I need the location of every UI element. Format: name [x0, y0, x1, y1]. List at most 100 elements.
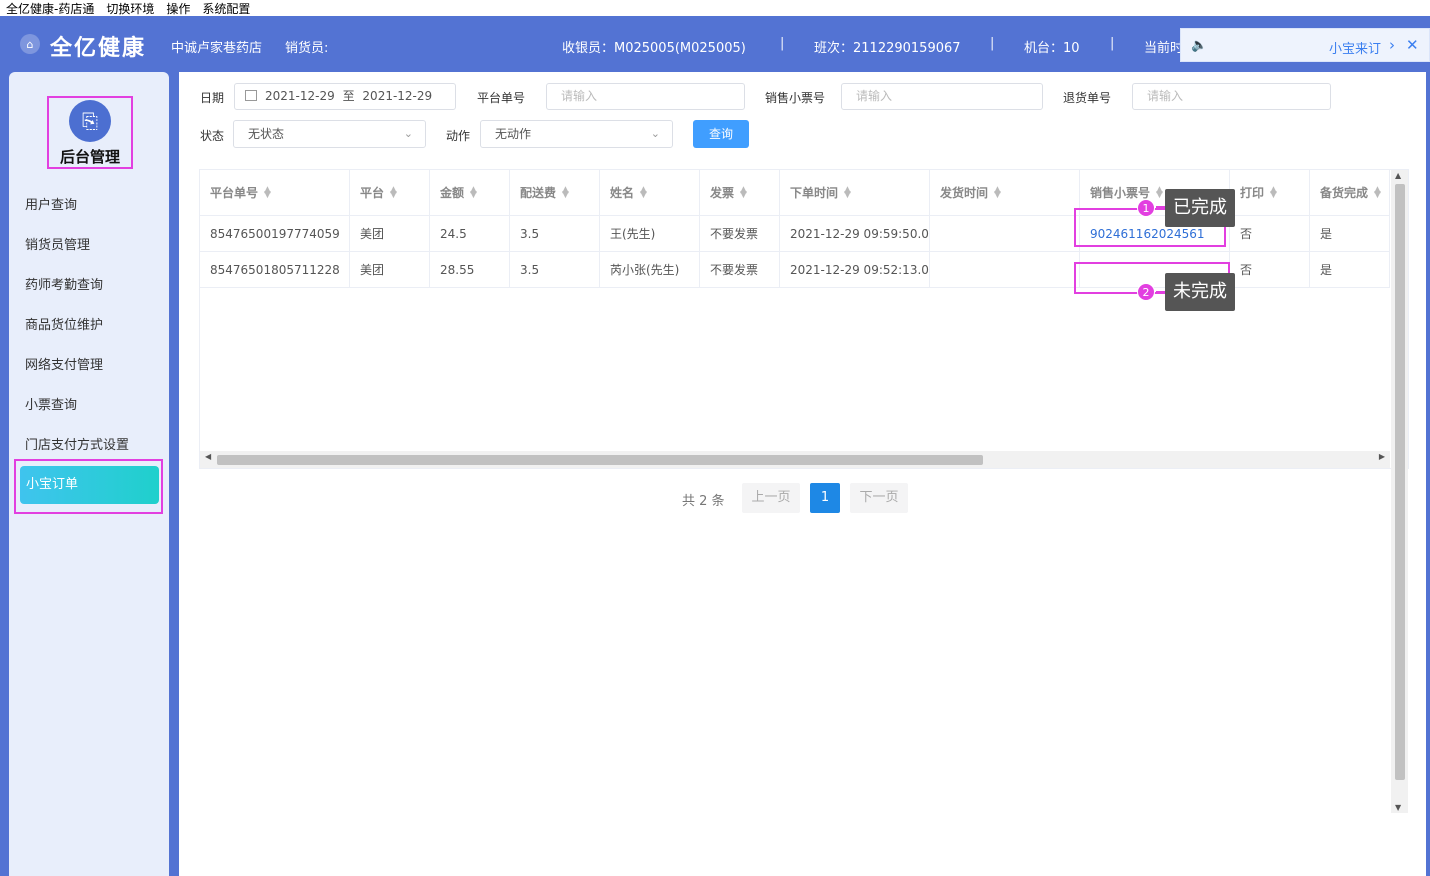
col-invoice[interactable]: 发票 ▲ ▼: [700, 170, 780, 215]
speaker-icon: 🔈: [1191, 38, 1208, 53]
header-separator: |: [990, 36, 995, 51]
sidebar-item-user-query[interactable]: 用户查询: [25, 194, 77, 213]
horizontal-scrollbar[interactable]: ◀ ▶: [200, 451, 1390, 468]
col-platform[interactable]: 平台 ▲ ▼: [350, 170, 430, 215]
cell-amount: 28.55: [430, 252, 510, 287]
sidebar-item-store-payment-setting[interactable]: 门店支付方式设置: [25, 434, 129, 453]
menu-system-config[interactable]: 系统配置: [202, 0, 250, 17]
brand-logo: 全亿健康: [50, 36, 147, 61]
cell-stock-done: 是: [1310, 216, 1390, 251]
cashier-info: 收银员：M025005(M025005): [562, 41, 746, 56]
platform-no-input[interactable]: 请输入: [546, 83, 745, 110]
sort-icon[interactable]: ▲ ▼: [640, 185, 648, 199]
cell-invoice: 不要发票: [700, 216, 780, 251]
shift-info: 班次：2112290159067: [814, 41, 961, 56]
order-notification[interactable]: 🔈 小宝来订 › ✕: [1180, 28, 1430, 62]
chevron-right-icon[interactable]: ›: [1389, 36, 1395, 54]
app-menubar: 全亿健康-药店通 切换环境 操作 系统配置: [0, 0, 1430, 16]
return-no-input[interactable]: 请输入: [1132, 83, 1331, 110]
scroll-left-icon[interactable]: ◀: [205, 452, 211, 461]
col-order-time[interactable]: 下单时间 ▲ ▼: [780, 170, 930, 215]
sort-icon[interactable]: ▲ ▼: [390, 185, 398, 199]
cell-print: 否: [1230, 216, 1310, 251]
scroll-thumb[interactable]: [1395, 184, 1405, 780]
brand-label: 后台管理: [59, 148, 120, 166]
chevron-down-icon: ⌄: [403, 127, 413, 140]
action-label: 动作: [446, 129, 471, 143]
seller-label: 销货员:: [285, 41, 329, 56]
col-stock-done[interactable]: 备货完成 ▲ ▼: [1310, 170, 1390, 215]
sidebar-item-goods-location[interactable]: 商品货位维护: [25, 314, 103, 333]
scroll-right-icon[interactable]: ▶: [1379, 452, 1385, 461]
status-value: 无状态: [248, 127, 285, 141]
sidebar: ⎘ 后台管理 用户查询 销货员管理 药师考勤查询 商品货位维护 网络支付管理 小…: [9, 72, 169, 876]
col-name[interactable]: 姓名 ▲ ▼: [600, 170, 700, 215]
scroll-up-icon[interactable]: ▲: [1395, 171, 1401, 180]
sort-icon[interactable]: ▲ ▼: [562, 185, 570, 199]
home-icon[interactable]: ⌂: [20, 34, 40, 54]
sort-icon[interactable]: ▲ ▼: [844, 185, 852, 199]
annotation-badge-2: 2: [1137, 283, 1155, 301]
col-delivery-fee[interactable]: 配送费 ▲ ▼: [510, 170, 600, 215]
date-label: 日期: [200, 91, 225, 105]
right-frame: [1426, 72, 1430, 876]
next-page-button[interactable]: 下一页: [850, 483, 908, 513]
action-value: 无动作: [495, 127, 532, 141]
annotation-label-completed: 已完成: [1165, 189, 1235, 227]
menu-switch-env[interactable]: 切换环境: [106, 0, 154, 17]
sidebar-item-ticket-query[interactable]: 小票查询: [25, 394, 77, 413]
prev-page-button[interactable]: 上一页: [742, 483, 800, 513]
cell-amount: 24.5: [430, 216, 510, 251]
date-range-picker[interactable]: 2021-12-29 至 2021-12-29: [234, 83, 456, 110]
sale-ticket-input[interactable]: 请输入: [841, 83, 1043, 110]
sidebar-item-xiaobao-order[interactable]: 小宝订单: [20, 466, 159, 504]
date-from: 2021-12-29: [265, 89, 335, 103]
cell-platform: 美团: [350, 216, 430, 251]
cell-print: 否: [1230, 252, 1310, 287]
date-to-separator: 至: [342, 89, 355, 103]
cell-delivery-fee: 3.5: [510, 252, 600, 287]
store-name: 中诚卢家巷药店: [171, 41, 263, 56]
cell-platform: 美团: [350, 252, 430, 287]
action-select[interactable]: 无动作 ⌄: [480, 120, 673, 148]
scroll-down-icon[interactable]: ▼: [1395, 803, 1401, 812]
scroll-thumb[interactable]: [217, 455, 983, 465]
sidebar-item-net-payment[interactable]: 网络支付管理: [25, 354, 103, 373]
cell-order-time: 2021-12-29 09:52:13.0: [780, 252, 930, 287]
status-select[interactable]: 无状态 ⌄: [233, 120, 426, 148]
sort-icon[interactable]: ▲ ▼: [1374, 185, 1382, 199]
sale-ticket-label: 销售小票号: [765, 91, 826, 105]
sort-icon[interactable]: ▲ ▼: [1270, 185, 1278, 199]
menu-app-title[interactable]: 全亿健康-药店通: [6, 0, 94, 17]
sort-icon[interactable]: ▲ ▼: [1156, 185, 1164, 199]
date-to: 2021-12-29: [362, 89, 433, 103]
col-ship-time[interactable]: 发货时间 ▲ ▼: [930, 170, 1080, 215]
close-icon[interactable]: ✕: [1406, 36, 1419, 54]
col-amount[interactable]: 金额 ▲ ▼: [430, 170, 510, 215]
header-separator: |: [1110, 36, 1115, 51]
annotation-label-incomplete: 未完成: [1165, 273, 1235, 311]
current-time-label: 当前时: [1144, 41, 1184, 56]
page-1-button[interactable]: 1: [810, 483, 840, 513]
cell-platform-no: 85476501805711228: [200, 252, 350, 287]
sort-icon[interactable]: ▲ ▼: [470, 185, 478, 199]
sort-icon[interactable]: ▲ ▼: [264, 185, 272, 199]
menu-operate[interactable]: 操作: [166, 0, 190, 17]
sidebar-item-seller-manage[interactable]: 销货员管理: [25, 234, 90, 253]
status-label: 状态: [200, 129, 225, 143]
sidebar-item-pharmacist-attendance[interactable]: 药师考勤查询: [25, 274, 103, 293]
sort-icon[interactable]: ▲ ▼: [994, 185, 1002, 199]
col-platform-no[interactable]: 平台单号 ▲ ▼: [200, 170, 350, 215]
cell-invoice: 不要发票: [700, 252, 780, 287]
sort-icon[interactable]: ▲ ▼: [740, 185, 748, 199]
vertical-scrollbar[interactable]: ▲ ▼: [1391, 170, 1408, 813]
calendar-icon: [245, 90, 257, 101]
cell-ship-time: [930, 252, 1080, 287]
query-button[interactable]: 查询: [693, 120, 749, 148]
cell-order-time: 2021-12-29 09:59:50.0: [780, 216, 930, 251]
return-no-label: 退货单号: [1063, 91, 1112, 105]
cell-name: 王(先生): [600, 216, 700, 251]
notification-text[interactable]: 小宝来订: [1329, 38, 1381, 57]
col-print[interactable]: 打印 ▲ ▼: [1230, 170, 1310, 215]
admin-icon: ⎘: [69, 100, 111, 142]
